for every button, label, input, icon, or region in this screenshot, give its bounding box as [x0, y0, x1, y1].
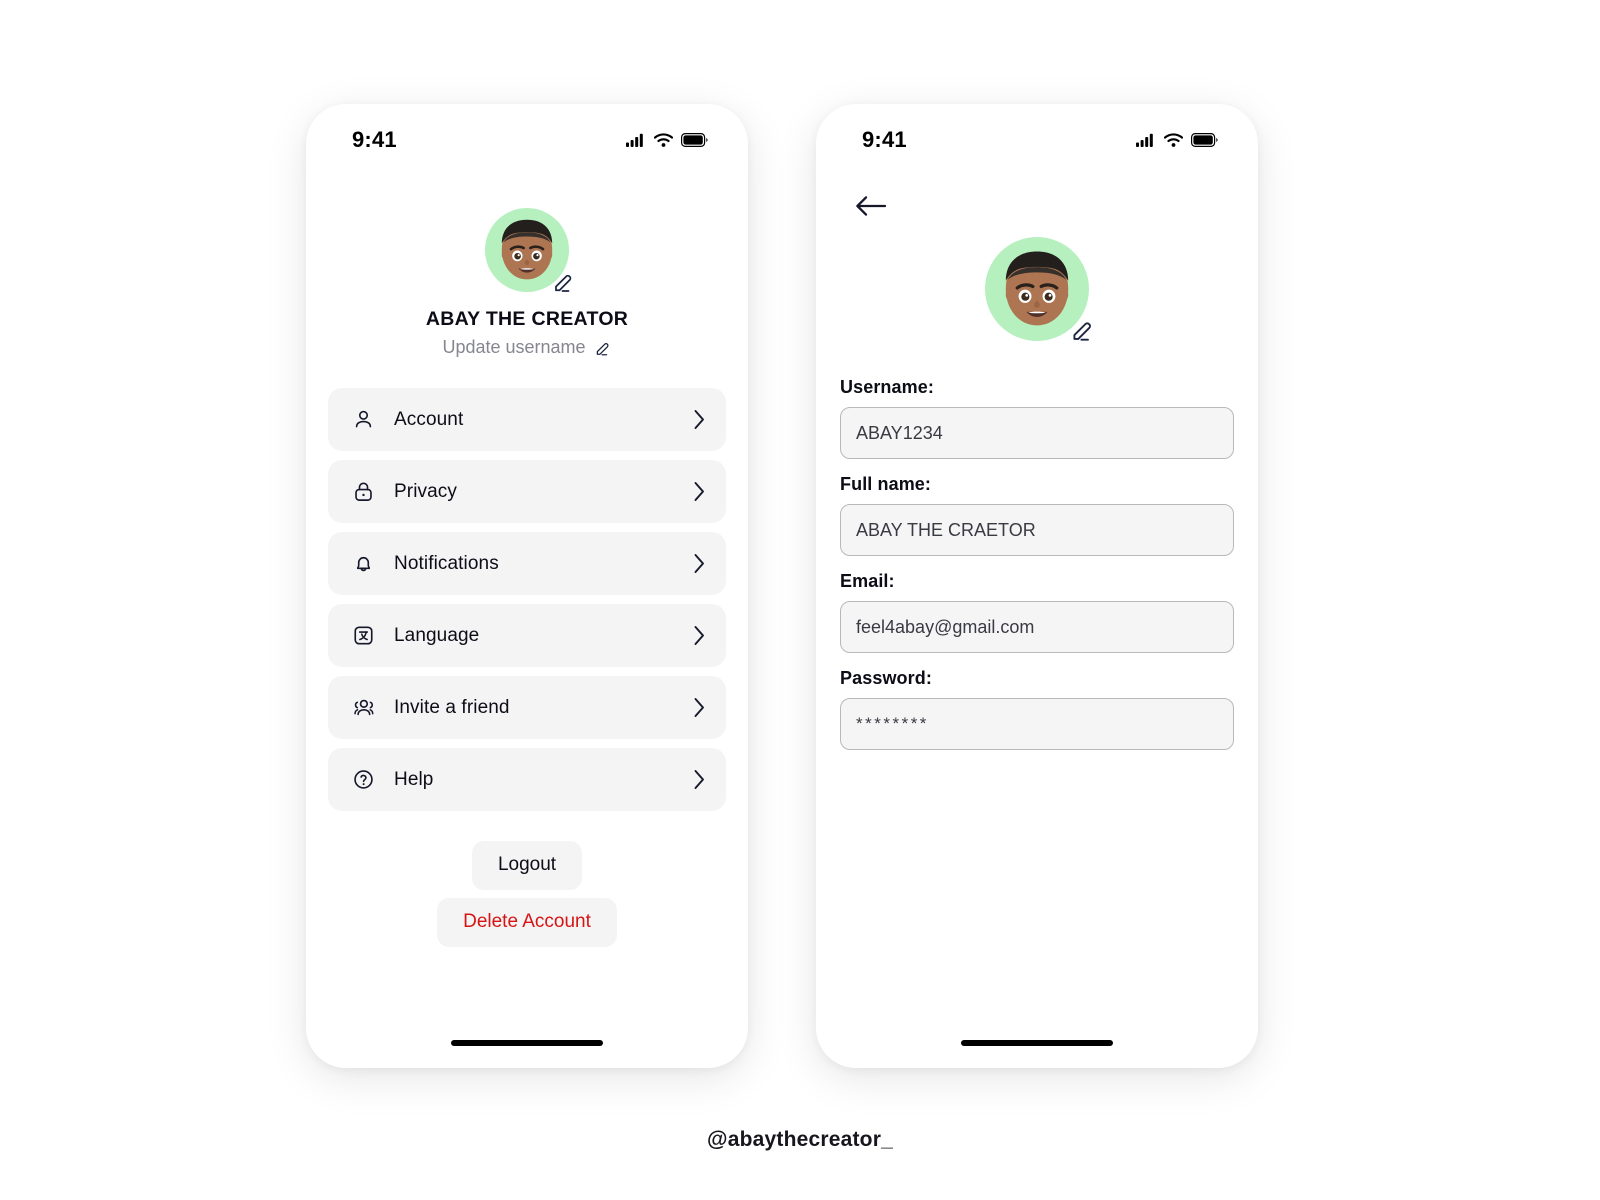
- update-username-row[interactable]: Update username: [306, 337, 748, 358]
- field-label: Email:: [840, 571, 895, 591]
- users-group-icon: [349, 696, 377, 719]
- status-icons: [626, 133, 708, 147]
- field-label: Username:: [840, 377, 934, 397]
- page-canvas: 9:41 ABAY THE CREATOR Update username Ac…: [0, 0, 1600, 1200]
- profile-header: ABAY THE CREATOR Update username: [306, 162, 748, 358]
- battery-icon: [1191, 133, 1218, 147]
- menu-item-notifications[interactable]: Notifications: [328, 532, 726, 595]
- settings-menu: Account Privacy Notifications Language I…: [306, 388, 748, 811]
- chevron-right-icon: [694, 410, 704, 429]
- battery-icon: [681, 133, 708, 147]
- avatar[interactable]: [485, 208, 569, 292]
- menu-item-label: Invite a friend: [394, 696, 510, 718]
- status-time: 9:41: [862, 127, 907, 152]
- email-input[interactable]: [840, 601, 1234, 653]
- update-username-pencil-icon[interactable]: [593, 338, 612, 357]
- status-time: 9:41: [352, 127, 397, 152]
- delete-account-button[interactable]: Delete Account: [437, 897, 617, 947]
- username-input[interactable]: [840, 407, 1234, 459]
- full-name-input[interactable]: [840, 504, 1234, 556]
- question-mark-icon: [349, 768, 377, 791]
- chevron-right-icon: [694, 770, 704, 789]
- arrow-left-icon: [856, 196, 887, 216]
- field-username: Username:: [840, 377, 1234, 459]
- phone-screen-profile: 9:41 ABAY THE CREATOR Update username Ac…: [306, 104, 748, 1068]
- wifi-icon: [654, 133, 673, 147]
- lock-icon: [349, 480, 377, 503]
- status-bar: 9:41: [306, 104, 748, 162]
- chevron-right-icon: [694, 554, 704, 573]
- phone-mockups: 9:41 ABAY THE CREATOR Update username Ac…: [306, 104, 1258, 1068]
- chevron-right-icon: [694, 482, 704, 501]
- menu-item-account[interactable]: Account: [328, 388, 726, 451]
- menu-item-label: Language: [394, 624, 480, 646]
- user-icon: [349, 408, 377, 431]
- field-full-name: Full name:: [840, 474, 1234, 556]
- password-input[interactable]: [840, 698, 1234, 750]
- home-indicator: [451, 1040, 603, 1046]
- avatar-wrapper: [306, 208, 748, 292]
- avatar-edit-pencil-icon[interactable]: [1068, 315, 1096, 343]
- account-actions: Logout Delete Account: [306, 841, 748, 947]
- bell-icon: [349, 552, 377, 575]
- logout-button[interactable]: Logout: [471, 841, 583, 890]
- wifi-icon: [1164, 133, 1183, 147]
- chevron-right-icon: [694, 698, 704, 717]
- back-button[interactable]: [816, 162, 888, 223]
- menu-item-privacy[interactable]: Privacy: [328, 460, 726, 523]
- translate-icon: [349, 624, 377, 647]
- menu-item-language[interactable]: Language: [328, 604, 726, 667]
- edit-profile-form: Username: Full name: Email: Password:: [816, 377, 1258, 750]
- field-label: Password:: [840, 668, 932, 688]
- field-email: Email:: [840, 571, 1234, 653]
- field-label: Full name:: [840, 474, 932, 494]
- avatar-wrapper: [816, 237, 1258, 341]
- footer-handle: @abaythecreator_: [707, 1128, 893, 1151]
- menu-item-label: Privacy: [394, 480, 457, 502]
- cellular-signal-icon: [626, 133, 643, 147]
- home-indicator: [961, 1040, 1113, 1046]
- menu-item-help[interactable]: Help: [328, 748, 726, 811]
- profile-name: ABAY THE CREATOR: [425, 308, 629, 330]
- avatar[interactable]: [985, 237, 1089, 341]
- chevron-right-icon: [694, 626, 704, 645]
- menu-item-label: Notifications: [394, 552, 499, 574]
- status-icons: [1136, 133, 1218, 147]
- field-password: Password:: [840, 668, 1234, 750]
- status-bar: 9:41: [816, 104, 1258, 162]
- cellular-signal-icon: [1136, 133, 1153, 147]
- avatar-edit-pencil-icon[interactable]: [550, 268, 576, 294]
- phone-screen-edit-profile: 9:41 Username: ABAY1234 Full name: ABAY …: [816, 104, 1258, 1068]
- menu-item-label: Help: [394, 768, 434, 790]
- menu-item-invite-a-friend[interactable]: Invite a friend: [328, 676, 726, 739]
- menu-item-label: Account: [394, 408, 464, 430]
- update-username-label: Update username: [442, 337, 586, 357]
